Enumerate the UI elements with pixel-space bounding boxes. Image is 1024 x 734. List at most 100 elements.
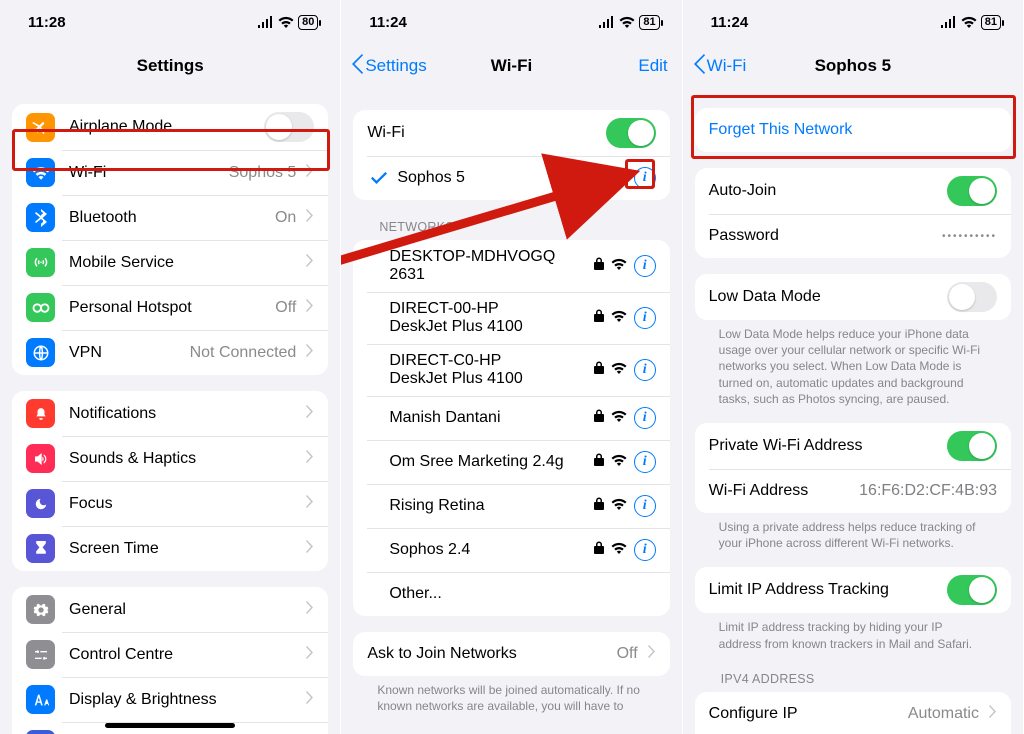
row-label: DIRECT-00-HP DeskJet Plus 4100 <box>389 300 559 336</box>
wifi-icon <box>278 16 294 28</box>
password-value: •••••••••• <box>942 231 997 242</box>
display-row[interactable]: Display & Brightness <box>12 677 328 722</box>
wifi-icon <box>961 16 977 28</box>
back-button[interactable]: Wi-Fi <box>693 44 747 88</box>
row-label: Personal Hotspot <box>69 299 192 317</box>
limit-ip-toggle[interactable] <box>947 575 997 605</box>
sounds-row[interactable]: Sounds & Haptics <box>12 436 328 481</box>
wifi-settings-icon <box>26 158 55 187</box>
autojoin-row[interactable]: Auto-Join <box>695 168 1011 214</box>
autojoin-toggle[interactable] <box>947 176 997 206</box>
ask-join-row[interactable]: Ask to Join Networks Off <box>353 632 669 676</box>
grid-icon <box>26 730 55 734</box>
info-button[interactable]: i <box>634 407 656 429</box>
wifi-toggle-row[interactable]: Wi-Fi <box>353 110 669 156</box>
back-button[interactable]: Settings <box>351 44 426 88</box>
other-network-row[interactable]: Other... <box>353 572 669 616</box>
row-label: Auto-Join <box>709 182 777 200</box>
ask-footer: Known networks will be joined automatica… <box>353 676 669 714</box>
row-label: Rising Retina <box>389 497 484 515</box>
row-label: DESKTOP-MDHVOGQ 2631 <box>389 248 585 284</box>
cellular-icon <box>940 16 957 28</box>
row-label: Ask to Join Networks <box>367 645 516 663</box>
edit-button[interactable]: Edit <box>638 44 667 88</box>
lowdata-footer: Low Data Mode helps reduce your iPhone d… <box>695 320 1011 407</box>
info-button[interactable]: i <box>634 495 656 517</box>
clock: 11:24 <box>369 14 407 31</box>
info-button[interactable]: i <box>634 359 656 381</box>
wifi-row[interactable]: Wi-Fi Sophos 5 <box>12 150 328 195</box>
limit-ip-row[interactable]: Limit IP Address Tracking <box>695 567 1011 613</box>
bluetooth-row[interactable]: Bluetooth On <box>12 195 328 240</box>
lock-icon <box>594 453 604 471</box>
network-row[interactable]: Om Sree Marketing 2.4g i <box>353 440 669 484</box>
chevron-right-icon <box>306 691 314 709</box>
private-wifi-row[interactable]: Private Wi-Fi Address <box>695 423 1011 469</box>
bell-icon <box>26 399 55 428</box>
info-button[interactable]: i <box>634 307 656 329</box>
row-label: Private Wi-Fi Address <box>709 437 863 455</box>
password-row[interactable]: Password •••••••••• <box>695 214 1011 258</box>
navbar: Settings Wi-Fi Edit <box>341 44 681 88</box>
wifi-signal-icon <box>611 453 627 471</box>
connected-network-row[interactable]: Sophos 5 i <box>353 156 669 200</box>
airplane-toggle[interactable] <box>264 112 314 142</box>
forget-network-button[interactable]: Forget This Network <box>695 108 1011 152</box>
network-row[interactable]: Manish Dantani i <box>353 396 669 440</box>
configure-ip-value: Automatic <box>908 705 979 723</box>
control-centre-row[interactable]: Control Centre <box>12 632 328 677</box>
network-row[interactable]: Rising Retina i <box>353 484 669 528</box>
lock-icon <box>594 361 604 379</box>
back-label: Settings <box>365 56 426 76</box>
row-label: Sounds & Haptics <box>69 450 196 468</box>
wifi-toggle[interactable] <box>606 118 656 148</box>
network-row[interactable]: Sophos 2.4 i <box>353 528 669 572</box>
lowdata-toggle[interactable] <box>947 282 997 312</box>
wifi-value: Sophos 5 <box>229 164 297 182</box>
vpn-row[interactable]: VPN Not Connected <box>12 330 328 375</box>
screentime-row[interactable]: Screen Time <box>12 526 328 571</box>
row-label: Other... <box>389 585 441 603</box>
page-title: Settings <box>137 56 204 76</box>
mobile-service-row[interactable]: Mobile Service <box>12 240 328 285</box>
row-label: Sophos 2.4 <box>389 541 470 559</box>
lock-icon <box>594 409 604 427</box>
battery-indicator: 81 <box>981 15 1001 30</box>
back-label: Wi-Fi <box>707 56 747 76</box>
chevron-right-icon <box>306 344 314 362</box>
wifi-signal-icon <box>611 497 627 515</box>
row-label: General <box>69 601 126 619</box>
focus-row[interactable]: Focus <box>12 481 328 526</box>
network-detail-panel: 11:24 81 Wi-Fi Sophos 5 Forget This Netw… <box>683 0 1024 734</box>
row-label: Limit IP Address Tracking <box>709 581 889 599</box>
row-label: Low Data Mode <box>709 288 821 306</box>
network-row[interactable]: DESKTOP-MDHVOGQ 2631 i <box>353 240 669 292</box>
notifications-row[interactable]: Notifications <box>12 391 328 436</box>
chevron-right-icon <box>306 540 314 558</box>
network-row[interactable]: DIRECT-C0-HP DeskJet Plus 4100 i <box>353 344 669 396</box>
lowdata-row[interactable]: Low Data Mode <box>695 274 1011 320</box>
ipv4-header: IPV4 ADDRESS <box>695 652 1011 690</box>
lock-icon <box>594 309 604 327</box>
chevron-left-icon <box>351 54 363 79</box>
network-row[interactable]: DIRECT-00-HP DeskJet Plus 4100 i <box>353 292 669 344</box>
row-label: Screen Time <box>69 540 159 558</box>
lock-icon <box>594 169 604 187</box>
row-label: Wi-Fi <box>367 124 404 142</box>
statusbar: 11:28 80 <box>0 0 340 44</box>
configure-ip-row[interactable]: Configure IP Automatic <box>695 692 1011 734</box>
navbar: Wi-Fi Sophos 5 <box>683 44 1023 88</box>
airplane-mode-row[interactable]: Airplane Mode <box>12 104 328 150</box>
row-label: Wi-Fi <box>69 164 106 182</box>
info-button[interactable]: i <box>634 255 656 277</box>
private-wifi-toggle[interactable] <box>947 431 997 461</box>
vpn-icon <box>26 338 55 367</box>
info-button[interactable]: i <box>634 451 656 473</box>
info-button[interactable]: i <box>634 167 656 189</box>
general-row[interactable]: General <box>12 587 328 632</box>
hotspot-value: Off <box>275 299 296 317</box>
info-button[interactable]: i <box>634 539 656 561</box>
chevron-right-icon <box>648 645 656 663</box>
row-label: Password <box>709 227 779 245</box>
hotspot-row[interactable]: Personal Hotspot Off <box>12 285 328 330</box>
